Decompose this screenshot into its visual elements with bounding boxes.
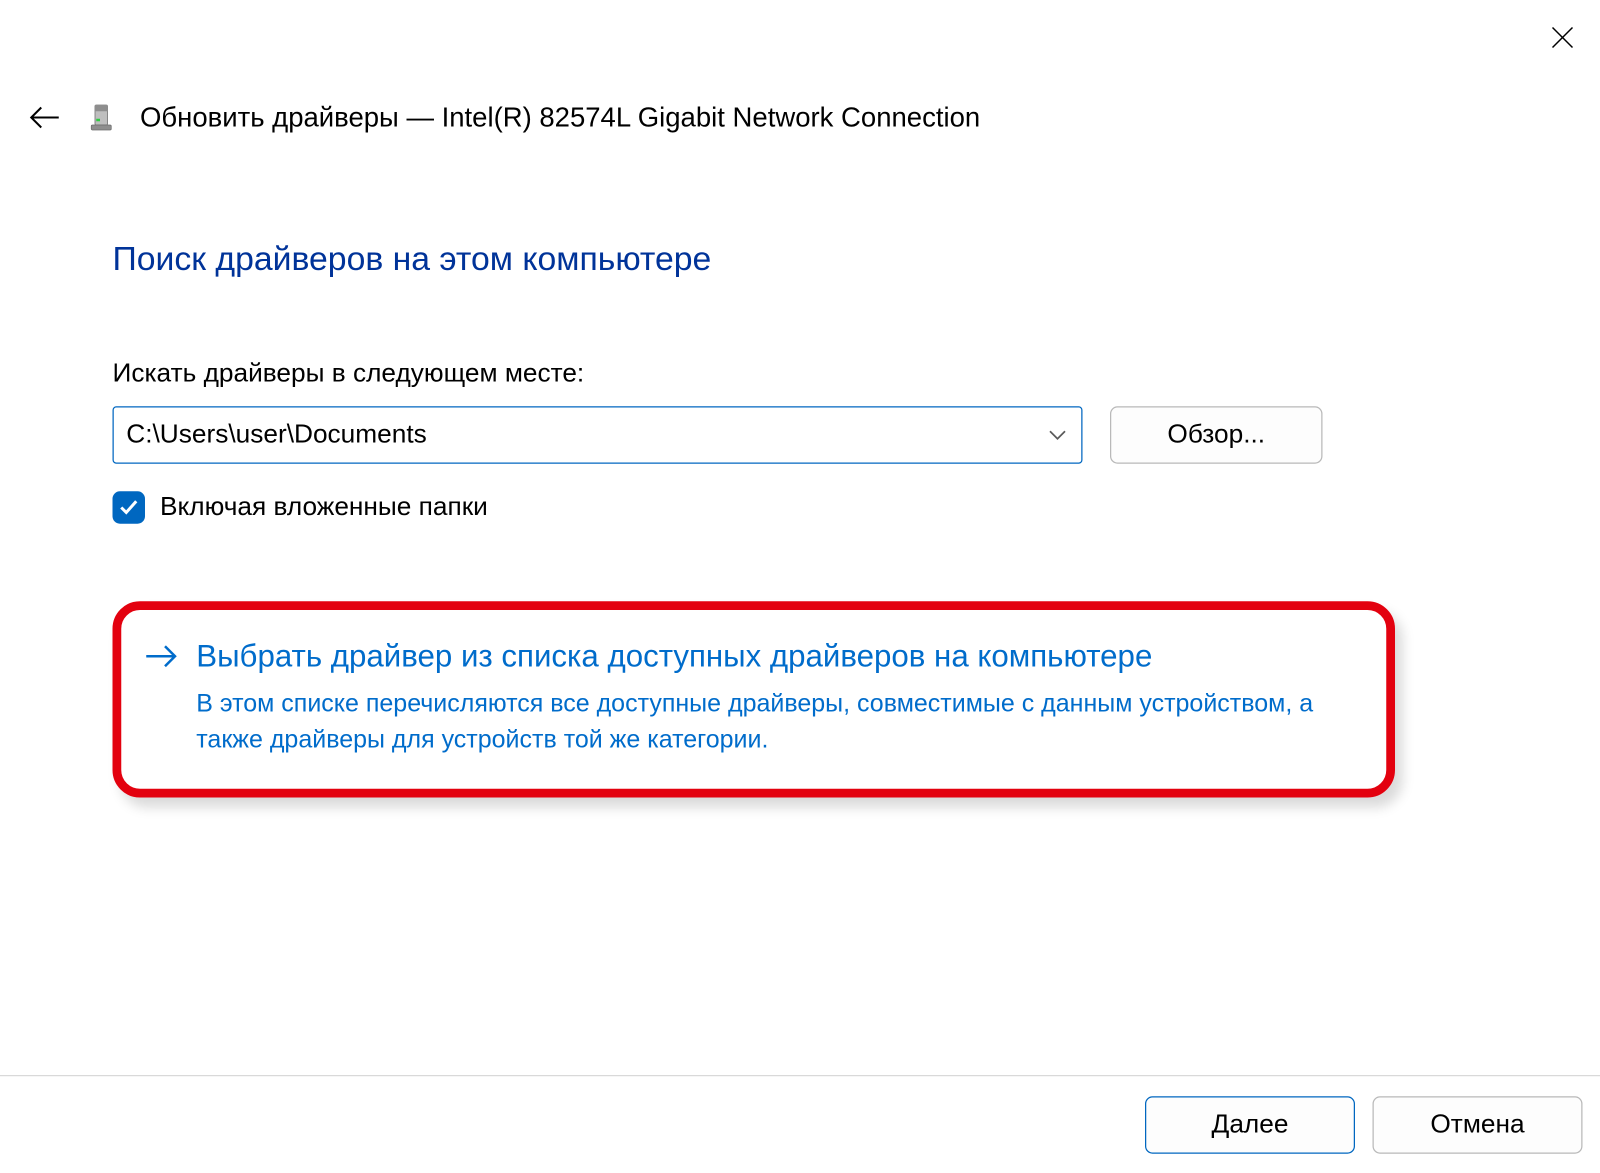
chevron-down-icon (1044, 429, 1072, 442)
page-heading: Поиск драйверов на этом компьютере (113, 240, 1488, 279)
cancel-button[interactable]: Отмена (1373, 1096, 1583, 1154)
arrow-left-icon (29, 105, 62, 130)
option-description: В этом списке перечисляются все доступны… (196, 686, 1369, 759)
wizard-header: Обновить драйверы — Intel(R) 82574L Giga… (0, 88, 1600, 148)
driver-path-value: C:\Users\user\Documents (126, 420, 1044, 450)
device-icon (88, 104, 116, 132)
wizard-footer: Далее Отмена (0, 1075, 1600, 1173)
option-title: Выбрать драйвер из списка доступных драй… (196, 635, 1369, 679)
include-subfolders-checkbox[interactable] (113, 491, 146, 524)
back-button[interactable] (28, 100, 63, 135)
search-location-label: Искать драйверы в следующем месте: (113, 359, 1488, 389)
browse-button[interactable]: Обзор... (1110, 406, 1323, 464)
close-button[interactable] (1543, 18, 1583, 58)
checkmark-icon (119, 499, 139, 517)
arrow-right-icon (144, 643, 179, 671)
pick-from-list-option[interactable]: Выбрать драйвер из списка доступных драй… (113, 601, 1396, 797)
next-button[interactable]: Далее (1145, 1096, 1355, 1154)
wizard-title: Обновить драйверы — Intel(R) 82574L Giga… (140, 101, 980, 134)
close-icon (1551, 26, 1574, 49)
driver-path-combobox[interactable]: C:\Users\user\Documents (113, 406, 1083, 464)
include-subfolders-label: Включая вложенные папки (160, 493, 488, 523)
